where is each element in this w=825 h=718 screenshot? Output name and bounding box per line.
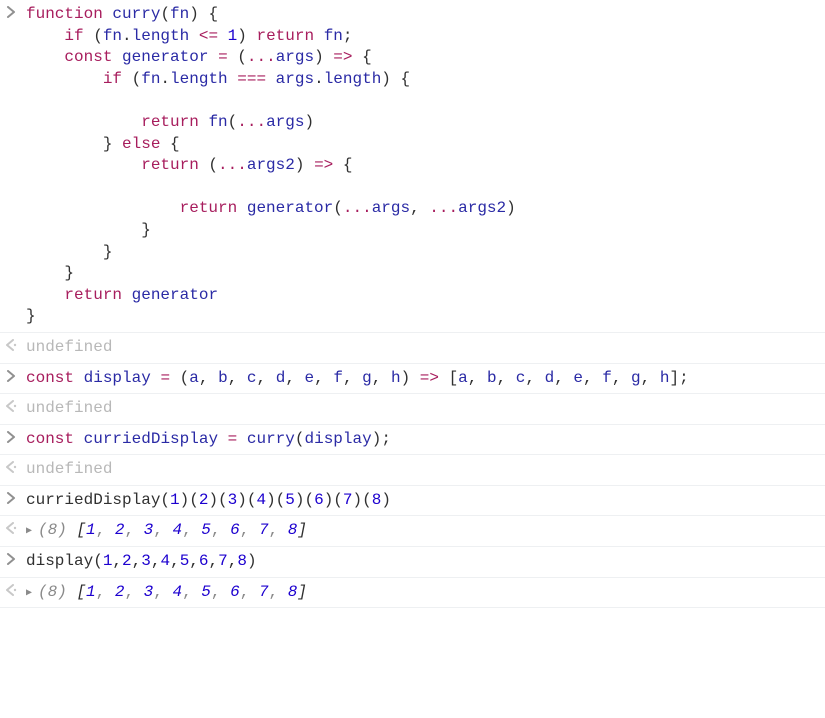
output-return-icon — [4, 520, 18, 534]
console-output-value: ▶(8) [1, 2, 3, 4, 5, 6, 7, 8] — [26, 582, 819, 604]
input-prompt-icon — [4, 4, 18, 18]
array-length: (8) — [38, 521, 76, 539]
console-output-row: ▶(8) [1, 2, 3, 4, 5, 6, 7, 8] — [0, 578, 825, 609]
input-prompt-icon — [4, 429, 18, 443]
console-input-code: function curry(fn) { if (fn.length <= 1)… — [26, 4, 819, 328]
output-return-icon — [4, 459, 18, 473]
undefined-value: undefined — [26, 460, 112, 478]
console-output-value: undefined — [26, 337, 819, 359]
console-output-value: ▶(8) [1, 2, 3, 4, 5, 6, 7, 8] — [26, 520, 819, 542]
undefined-value: undefined — [26, 399, 112, 417]
array-length: (8) — [38, 583, 76, 601]
output-return-icon — [4, 582, 18, 596]
devtools-console[interactable]: function curry(fn) { if (fn.length <= 1)… — [0, 0, 825, 608]
console-input-row[interactable]: function curry(fn) { if (fn.length <= 1)… — [0, 0, 825, 333]
input-prompt-icon — [4, 368, 18, 382]
console-input-row[interactable]: const curriedDisplay = curry(display); — [0, 425, 825, 456]
console-input-code: curriedDisplay(1)(2)(3)(4)(5)(6)(7)(8) — [26, 490, 819, 512]
console-input-row[interactable]: const display = (a, b, c, d, e, f, g, h)… — [0, 364, 825, 395]
console-input-code: const display = (a, b, c, d, e, f, g, h)… — [26, 368, 819, 390]
expand-icon[interactable]: ▶ — [26, 525, 32, 539]
console-input-code: const curriedDisplay = curry(display); — [26, 429, 819, 451]
console-input-row[interactable]: curriedDisplay(1)(2)(3)(4)(5)(6)(7)(8) — [0, 486, 825, 517]
console-output-row: ▶(8) [1, 2, 3, 4, 5, 6, 7, 8] — [0, 516, 825, 547]
console-input-row[interactable]: display(1,2,3,4,5,6,7,8) — [0, 547, 825, 578]
console-output-value: undefined — [26, 398, 819, 420]
console-output-row: undefined — [0, 333, 825, 364]
undefined-value: undefined — [26, 338, 112, 356]
input-prompt-icon — [4, 551, 18, 565]
console-input-code: display(1,2,3,4,5,6,7,8) — [26, 551, 819, 573]
console-output-row: undefined — [0, 394, 825, 425]
output-return-icon — [4, 337, 18, 351]
console-output-value: undefined — [26, 459, 819, 481]
output-return-icon — [4, 398, 18, 412]
input-prompt-icon — [4, 490, 18, 504]
expand-icon[interactable]: ▶ — [26, 587, 32, 601]
console-output-row: undefined — [0, 455, 825, 486]
